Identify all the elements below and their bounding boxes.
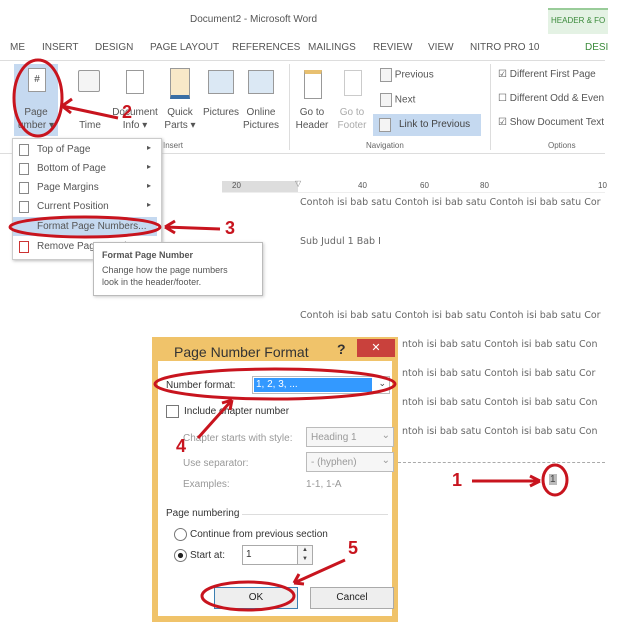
annotation-circle-number-format bbox=[153, 367, 397, 401]
annotation-circle-ok bbox=[200, 580, 296, 612]
annotation-number-5: 5 bbox=[348, 538, 359, 558]
annotation-arrow-1 bbox=[472, 474, 541, 488]
annotation-circle-format bbox=[8, 215, 162, 239]
annotation-overlay bbox=[8, 58, 569, 612]
annotation-arrow-5 bbox=[292, 558, 346, 586]
annotation-number-4: 4 bbox=[176, 436, 187, 456]
annotation-number-1: 1 bbox=[452, 470, 463, 490]
annotation-arrow-2 bbox=[61, 97, 119, 120]
annotation-number-3: 3 bbox=[225, 218, 236, 238]
annotation-circle-page-field bbox=[541, 463, 569, 497]
annotation-circle-page-number bbox=[12, 58, 64, 138]
annotation-arrow-4 bbox=[196, 398, 234, 440]
annotation-arrow-3 bbox=[164, 219, 221, 235]
annotation-number-2: 2 bbox=[122, 102, 133, 122]
